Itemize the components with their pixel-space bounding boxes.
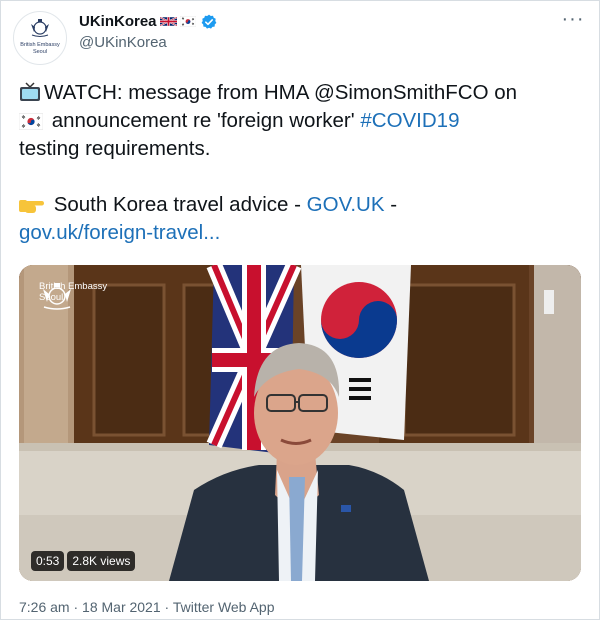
avatar-label: British Embassy Seoul [20,42,60,55]
tweet-text-line-1: WATCH: message from HMA @SimonSmithFCO o… [44,81,518,104]
tweet-text-line-2: announcement re 'foreign worker' [46,109,361,132]
uk-flag-icon [159,16,177,27]
tweet-text-line-4: South Korea travel advice - [48,193,307,216]
avatar[interactable]: British Embassy Seoul [13,11,67,65]
video-player[interactable]: British Embassy Seoul 0:53 2.8K views [19,265,581,581]
author-handle[interactable]: @UKinKorea [79,34,167,51]
television-icon [20,82,40,101]
pointing-hand-icon [19,200,44,213]
tweet-timestamp[interactable]: 7:26 am · 18 Mar 2021 · Twitter Web App [19,599,275,615]
video-badges: 0:53 2.8K views [31,551,136,571]
hashtag-link[interactable]: #COVID19 [360,109,459,132]
more-options-icon[interactable]: ··· [561,7,585,31]
crest-icon [31,19,49,37]
tweet-card: British Embassy Seoul UKinKorea @UKinKor… [0,0,600,620]
author-name-row[interactable]: UKinKorea [79,13,217,30]
foreign-travel-link[interactable]: gov.uk/foreign-travel... [19,219,584,247]
crest-icon [43,283,71,310]
views-badge: 2.8K views [67,551,136,571]
video-frame [19,265,581,581]
display-name[interactable]: UKinKorea [79,13,157,30]
govuk-link[interactable]: GOV.UK [307,193,385,216]
watermark: British Embassy Seoul [39,281,107,310]
tweet-text-line-3: testing requirements. [19,137,211,160]
tweet-line: WATCH: message from HMA @SimonSmithFCO o… [19,79,584,107]
verified-badge-icon [201,14,216,29]
tweet-text-line-4-tail: - [384,193,398,216]
duration-badge: 0:53 [31,551,65,571]
tweet-line: announcement re 'foreign worker' #COVID1… [19,107,584,135]
tweet-text: WATCH: message from HMA @SimonSmithFCO o… [19,79,584,247]
tweet-line: South Korea travel advice - GOV.UK - [19,191,584,219]
korea-flag-icon [179,16,196,27]
korea-flag-icon [19,113,43,130]
